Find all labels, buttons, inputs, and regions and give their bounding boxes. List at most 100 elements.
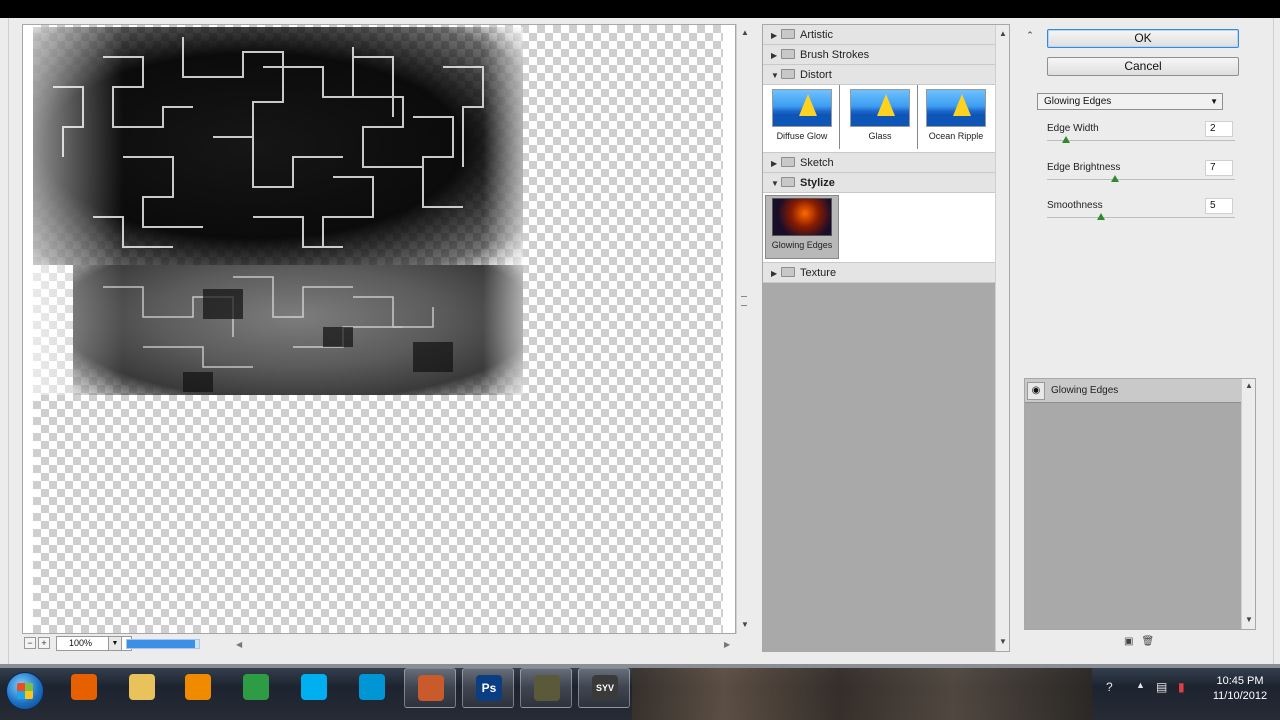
delete-effect-layer-icon[interactable]: 🗑: [1141, 636, 1154, 647]
scroll-left-arrow-icon[interactable]: ◀: [236, 640, 242, 649]
zoom-out-button[interactable]: −: [24, 637, 36, 649]
scroll-down-arrow-icon[interactable]: ▼: [1242, 615, 1256, 624]
filter-thumb-label: Ocean Ripple: [928, 131, 984, 141]
new-effect-layer-icon[interactable]: ▣: [1124, 636, 1133, 647]
preview-vertical-scrollbar[interactable]: ▲ ▼: [736, 24, 752, 634]
expand-triangle-icon[interactable]: ▶: [771, 154, 781, 174]
media-player-icon: [185, 674, 211, 700]
taskbar-button-photoshop[interactable]: Ps: [462, 668, 514, 708]
preview-canvas[interactable]: [22, 24, 736, 634]
help-icon[interactable]: ?: [1106, 680, 1113, 694]
taskbar-button-chrome[interactable]: [230, 668, 282, 708]
scroll-right-arrow-icon[interactable]: ▶: [724, 640, 730, 649]
scroll-grip-icon[interactable]: [741, 296, 747, 306]
collapse-triangle-icon[interactable]: ▼: [771, 174, 781, 194]
sailboat-thumbnail-image: [850, 89, 910, 127]
param-value-input[interactable]: 5: [1205, 198, 1233, 214]
slider-track[interactable]: [1047, 179, 1235, 180]
app-icon: [418, 675, 444, 701]
folder-icon: [781, 49, 795, 59]
effect-layer-row[interactable]: ◉ Glowing Edges: [1025, 379, 1241, 403]
filter-thumb-label: Glowing Edges: [771, 240, 833, 250]
collapse-gallery-icon[interactable]: ⌃: [1024, 30, 1036, 44]
filter-thumb-glass[interactable]: Glass: [847, 89, 913, 141]
category-distort[interactable]: ▼ Distort: [763, 65, 995, 85]
battery-icon[interactable]: ▮: [1178, 680, 1185, 694]
scroll-down-arrow-icon[interactable]: ▼: [996, 637, 1010, 646]
taskbar-button-syv[interactable]: SYV: [578, 668, 630, 708]
taskbar-button-camera[interactable]: [520, 668, 572, 708]
scroll-down-arrow-icon[interactable]: ▼: [737, 618, 753, 632]
folder-icon: [781, 157, 795, 167]
param-label: Edge Width: [1047, 123, 1099, 134]
taskbar-button-folder[interactable]: [116, 668, 168, 708]
category-brush-strokes[interactable]: ▶ Brush Strokes: [763, 45, 995, 65]
desktop-wallpaper-strip: [632, 668, 1092, 720]
slider-knob[interactable]: [1096, 213, 1105, 220]
windows-logo-icon-lower: [17, 691, 33, 699]
taskbar-button-app[interactable]: [404, 668, 456, 708]
category-artistic[interactable]: ▶ Artistic: [763, 25, 995, 45]
collapse-triangle-icon[interactable]: ▼: [771, 66, 781, 86]
filter-thumb-glowing-edges[interactable]: Glowing Edges: [765, 195, 839, 259]
expand-triangle-icon[interactable]: ▶: [771, 264, 781, 284]
slider-knob[interactable]: [1111, 175, 1120, 182]
skype-icon: [301, 674, 327, 700]
slider-knob[interactable]: [1061, 136, 1070, 143]
param-value-input[interactable]: 2: [1205, 121, 1233, 137]
preview-fade-left: [33, 27, 123, 395]
layers-scrollbar[interactable]: ▲ ▼: [1241, 379, 1255, 629]
filter-list-scrollbar[interactable]: ▲ ▼: [995, 25, 1009, 651]
layer-actions: ▣ 🗑: [1124, 636, 1162, 647]
param-value-input[interactable]: 7: [1205, 160, 1233, 176]
taskbar-button-skype[interactable]: [288, 668, 340, 708]
cancel-button[interactable]: Cancel: [1047, 57, 1239, 76]
filter-select-value: Glowing Edges: [1044, 96, 1112, 107]
scroll-up-arrow-icon[interactable]: ▲: [996, 29, 1010, 38]
filter-thumb-diffuse-glow[interactable]: Diffuse Glow: [769, 89, 835, 141]
filter-select[interactable]: Glowing Edges ▼: [1037, 93, 1223, 110]
zoom-in-button[interactable]: +: [38, 637, 50, 649]
effect-layers-panel: ◉ Glowing Edges ▲ ▼: [1024, 378, 1256, 630]
taskbar-button-hp[interactable]: [346, 668, 398, 708]
network-icon[interactable]: ▤: [1156, 680, 1167, 694]
category-sketch[interactable]: ▶ Sketch: [763, 153, 995, 173]
clock[interactable]: 10:45 PM 11/10/2012: [1200, 674, 1280, 704]
filter-thumb-ocean-ripple[interactable]: Ocean Ripple: [923, 89, 989, 141]
distort-thumbnails: Diffuse Glow Glass Ocean Ripple: [763, 85, 995, 153]
render-progress-bar: [126, 639, 200, 649]
slider-track[interactable]: [1047, 217, 1235, 218]
filter-thumb-label: Glass: [868, 131, 892, 141]
sailboat-thumbnail-image: [926, 89, 986, 127]
ok-button[interactable]: OK: [1047, 29, 1239, 48]
scroll-up-arrow-icon[interactable]: ▲: [737, 26, 753, 40]
syv-icon: SYV: [592, 675, 618, 701]
sailboat-thumbnail-image: [772, 89, 832, 127]
scroll-up-arrow-icon[interactable]: ▲: [1242, 381, 1256, 390]
zoom-bar: − + 100% ▼ ◀ ▶: [22, 634, 752, 654]
folder-icon: [781, 177, 795, 187]
eye-visibility-icon[interactable]: ◉: [1027, 382, 1045, 400]
zoom-dropdown-icon[interactable]: ▼: [108, 636, 122, 651]
taskbar-button-media-player[interactable]: [172, 668, 224, 708]
category-label: Texture: [800, 267, 837, 279]
chrome-icon: [243, 674, 269, 700]
folder-icon: [781, 29, 795, 39]
top-black-bar: [0, 0, 1280, 18]
start-button[interactable]: [6, 672, 44, 710]
show-hidden-icons-icon[interactable]: ▲: [1136, 680, 1145, 690]
category-stylize[interactable]: ▼ Stylize: [763, 173, 995, 193]
clock-date: 11/10/2012: [1212, 690, 1268, 702]
expand-triangle-icon[interactable]: ▶: [771, 26, 781, 46]
slider-track[interactable]: [1047, 140, 1235, 141]
clock-time: 10:45 PM: [1216, 675, 1264, 687]
expand-triangle-icon[interactable]: ▶: [771, 46, 781, 66]
filter-gallery-list: ▶ Artistic ▶ Brush Strokes ▼ Distort Diffus…: [762, 24, 1010, 652]
camera-icon: [534, 675, 560, 701]
effect-layer-label: Glowing Edges: [1051, 385, 1119, 396]
category-texture[interactable]: ▶ Texture: [763, 263, 995, 283]
photoshop-icon: Ps: [476, 675, 502, 701]
taskbar-button-firefox[interactable]: [58, 668, 110, 708]
filter-gallery-dialog: ▲ ▼ − + 100% ▼ ◀ ▶ ▶ Artistic ▶ Brush Stro…: [0, 18, 1280, 664]
render-progress-fill: [127, 640, 196, 648]
